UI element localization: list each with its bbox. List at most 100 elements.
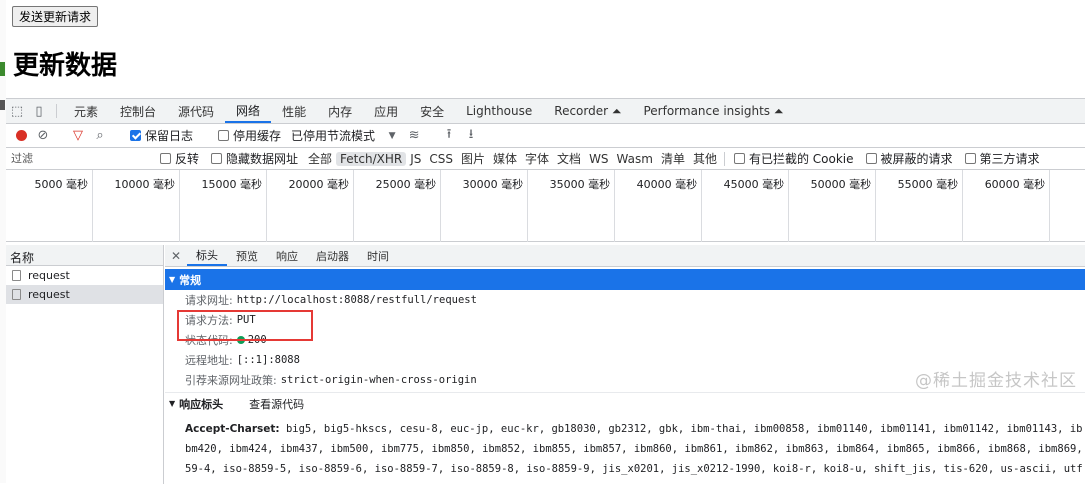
details-tab-0[interactable]: 标头 <box>187 245 227 266</box>
type-filter-4[interactable]: 图片 <box>457 150 489 167</box>
type-filter-9[interactable]: Wasm <box>613 152 657 166</box>
request-name: request <box>28 288 70 301</box>
timeline-tick: 50000 毫秒 <box>789 170 877 242</box>
accept-charset-value: big5, big5-hkscs, cesu-8, euc-jp, euc-kr… <box>285 423 1083 435</box>
clear-icon[interactable]: ⊘ <box>32 128 54 143</box>
hide-data-urls-checkbox[interactable] <box>211 153 223 164</box>
table-row[interactable]: request <box>6 285 163 304</box>
send-update-request-button[interactable]: 发送更新请求 <box>12 6 99 27</box>
record-icon <box>15 130 27 141</box>
request-url-row: 请求网址: http://localhost:8088/restfull/req… <box>165 290 1085 310</box>
network-split: 名称 request request ✕ 标头 预览 响应 启动器 时间 ▼ 常规 请 <box>6 245 1085 484</box>
tab-9[interactable]: Recorder ⏶ <box>543 99 632 123</box>
remote-address-value: [::1]:8088 <box>236 354 300 366</box>
record-button[interactable] <box>10 130 32 141</box>
throttling-select[interactable]: 已停用节流模式 <box>291 127 375 144</box>
network-toolbar: ⊘ ▽ ⌕ 保留日志 停用缓存 已停用节流模式 ▼ ≋ ⭱ ⭳ <box>6 124 1085 148</box>
response-headers-title: 响应标头 <box>179 397 224 411</box>
timeline-tick: 15000 毫秒 <box>180 170 268 242</box>
filter-bar: 反转 隐藏数据网址 全部Fetch/XHRJSCSS图片媒体字体文档WSWasm… <box>6 148 1085 170</box>
request-name: request <box>28 269 70 282</box>
tab-0[interactable]: 元素 <box>63 99 109 123</box>
devtools-panel: ⬚ ▯ 元素 控制台 源代码 网络 性能 内存 应用 安全 Lighthouse Recorder… <box>6 98 1085 484</box>
type-filter-5[interactable]: 媒体 <box>489 150 521 167</box>
accept-charset-line: bm420, ibm424, ibm437, ibm500, ibm775, i… <box>185 443 1083 455</box>
search-icon[interactable]: ⌕ <box>89 128 111 143</box>
tab-3[interactable]: 网络 <box>225 99 272 123</box>
chevron-down-icon[interactable]: ▼ <box>381 131 403 141</box>
timeline-tick: 35000 毫秒 <box>528 170 616 242</box>
timeline-tick: 60000 毫秒 <box>963 170 1051 242</box>
highlight-annotation-box <box>177 310 313 341</box>
blocked-cookies-label: 有已拦截的 Cookie <box>748 152 854 166</box>
accept-charset-block: Accept-Charset: big5, big5-hkscs, cesu-8… <box>165 414 1083 479</box>
disable-cache-label: 停用缓存 <box>233 129 282 143</box>
tab-1[interactable]: 控制台 <box>109 99 167 123</box>
filter-icon[interactable]: ▽ <box>67 128 89 143</box>
tab-8[interactable]: Lighthouse <box>455 99 543 123</box>
timeline-tick: 45000 毫秒 <box>702 170 790 242</box>
third-party-checkbox[interactable] <box>964 153 976 164</box>
preserve-log-checkbox[interactable] <box>130 130 141 141</box>
accept-charset-line: 59-4, iso-8859-5, iso-8859-6, iso-8859-7… <box>185 463 1083 475</box>
edge-marker <box>0 100 5 110</box>
export-har-icon[interactable]: ⭳ <box>460 125 482 147</box>
table-row[interactable]: request <box>6 266 163 285</box>
preserve-log-label: 保留日志 <box>145 129 194 143</box>
details-tab-1[interactable]: 预览 <box>227 245 267 266</box>
response-headers-section-header[interactable]: ▼ 响应标头 查看源代码 <box>165 392 1085 414</box>
type-filter-0[interactable]: 全部 <box>304 150 336 167</box>
details-tab-4[interactable]: 时间 <box>358 245 398 266</box>
type-filter-11[interactable]: 其他 <box>689 150 721 167</box>
type-filter-1[interactable]: Fetch/XHR <box>336 151 407 166</box>
details-tab-2[interactable]: 响应 <box>267 245 307 266</box>
close-icon[interactable]: ✕ <box>165 245 187 266</box>
disable-cache-checkbox[interactable] <box>218 130 230 141</box>
details-tabbar: ✕ 标头 预览 响应 启动器 时间 <box>165 245 1085 267</box>
request-list: 名称 request request <box>6 245 164 484</box>
view-source-link[interactable]: 查看源代码 <box>249 396 304 412</box>
general-section-header[interactable]: ▼ 常规 <box>165 269 1085 290</box>
timeline-tick: 30000 毫秒 <box>441 170 529 242</box>
blocked-requests-label: 被屏蔽的请求 <box>880 152 953 166</box>
details-tab-3[interactable]: 启动器 <box>307 245 358 266</box>
blocked-requests-checkbox[interactable] <box>865 153 877 164</box>
tab-2[interactable]: 源代码 <box>167 99 225 123</box>
devtools-tabbar: ⬚ ▯ 元素 控制台 源代码 网络 性能 内存 应用 安全 Lighthouse Recorder… <box>6 99 1085 124</box>
timeline-tick: 5000 毫秒 <box>6 170 94 242</box>
type-filter-10[interactable]: 清单 <box>657 150 689 167</box>
import-har-icon[interactable]: ⭱ <box>438 125 460 147</box>
invert-checkbox[interactable] <box>160 153 171 164</box>
type-filter-6[interactable]: 字体 <box>521 150 553 167</box>
file-icon <box>12 289 21 300</box>
watermark: @稀土掘金技术社区 <box>915 371 1077 391</box>
blocked-cookies-checkbox[interactable] <box>733 153 745 164</box>
hide-data-urls-label: 隐藏数据网址 <box>226 152 299 166</box>
main-tabs: 元素 控制台 源代码 网络 性能 内存 应用 安全 Lighthouse Recorder ⏶ Pe… <box>63 99 794 123</box>
device-toolbar-icon[interactable]: ▯ <box>28 99 50 123</box>
tab-5[interactable]: 内存 <box>317 99 363 123</box>
type-filter-2[interactable]: JS <box>406 152 425 166</box>
tab-7[interactable]: 安全 <box>409 99 455 123</box>
general-title: 常规 <box>179 273 202 287</box>
tab-10[interactable]: Performance insights ⏶ <box>632 99 794 123</box>
type-filter-8[interactable]: WS <box>585 152 612 166</box>
tab-6[interactable]: 应用 <box>363 99 409 123</box>
network-conditions-icon[interactable]: ≋ <box>403 128 425 143</box>
triangle-down-icon: ▼ <box>169 399 176 408</box>
type-filter-7[interactable]: 文档 <box>553 150 585 167</box>
page-heading: 更新数据 <box>13 51 118 81</box>
invert-label: 反转 <box>175 152 200 166</box>
type-filter-3[interactable]: CSS <box>425 152 457 166</box>
timeline-tick: 55000 毫秒 <box>876 170 964 242</box>
divider <box>56 104 57 118</box>
network-overview-timeline[interactable]: 5000 毫秒 10000 毫秒 15000 毫秒 20000 毫秒 25000 毫秒 3… <box>6 170 1085 242</box>
tab-4[interactable]: 性能 <box>271 99 317 123</box>
inspect-element-icon[interactable]: ⬚ <box>6 99 28 123</box>
filter-input[interactable] <box>6 149 154 168</box>
request-details: ✕ 标头 预览 响应 启动器 时间 ▼ 常规 请求网址: http://localhos… <box>165 245 1085 484</box>
timeline-tick: 10000 毫秒 <box>93 170 181 242</box>
resource-type-filters: 全部 Fetch/XHR JS CSS 图片 媒体 字体 文档 WS Wasm 清单 其他 <box>304 150 721 167</box>
name-column-header[interactable]: 名称 <box>6 245 163 266</box>
details-tabs: 标头 预览 响应 启动器 时间 <box>187 245 398 266</box>
